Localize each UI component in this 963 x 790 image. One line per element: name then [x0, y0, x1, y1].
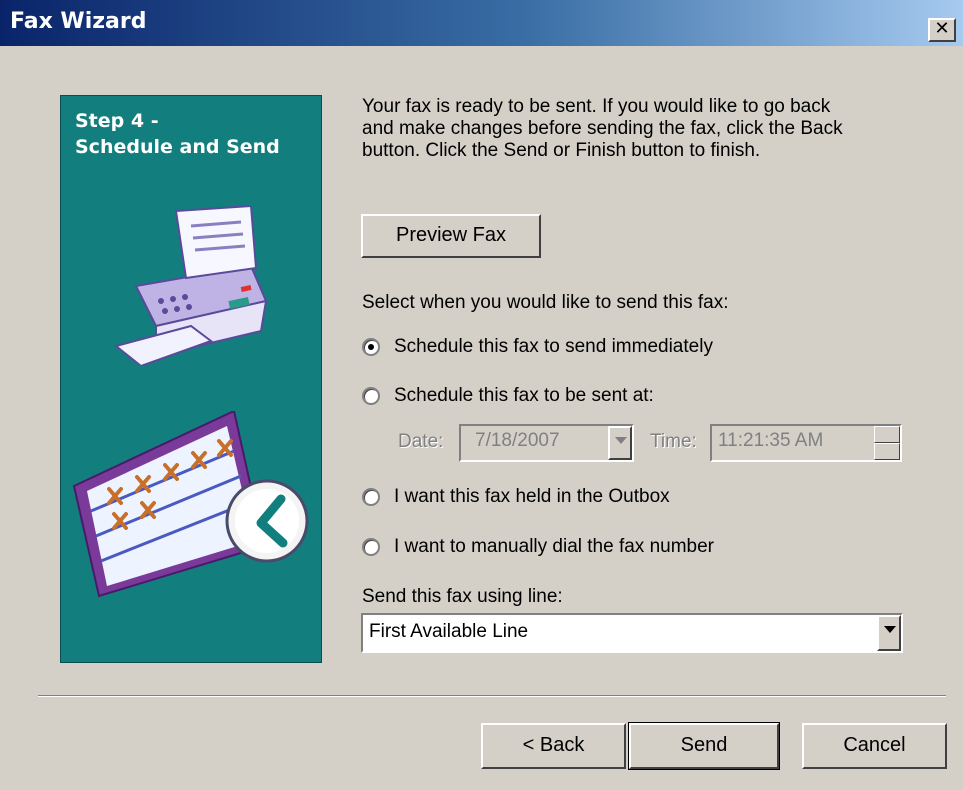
- close-icon: ✕: [934, 18, 950, 39]
- cancel-button[interactable]: Cancel: [802, 723, 947, 769]
- send-label: Send: [680, 734, 728, 756]
- option-label: I want to manually dial the fax number: [394, 536, 715, 557]
- send-when-label: Select when you would like to send this …: [362, 292, 729, 313]
- preview-fax-label: Preview Fax: [395, 224, 507, 246]
- back-label: < Back: [522, 734, 585, 756]
- chevron-down-icon[interactable]: [608, 426, 632, 460]
- intro-text: Your fax is ready to be sent. If you wou…: [362, 96, 843, 161]
- line-select-value: First Available Line: [369, 621, 529, 642]
- cancel-label: Cancel: [843, 734, 906, 756]
- option-schedule-at[interactable]: Schedule this fax to be sent at:: [362, 385, 654, 407]
- title-bar: Fax Wizard ✕: [0, 0, 963, 46]
- chevron-down-icon[interactable]: [877, 615, 901, 651]
- window-title: Fax Wizard: [10, 9, 147, 34]
- footer-separator: [38, 695, 946, 697]
- close-button[interactable]: ✕: [928, 18, 956, 42]
- back-button[interactable]: < Back: [481, 723, 626, 769]
- option-send-immediately[interactable]: Schedule this fax to send immediately: [362, 336, 713, 358]
- line-label: Send this fax using line:: [362, 586, 563, 607]
- option-label: I want this fax held in the Outbox: [394, 486, 670, 507]
- time-label: Time:: [650, 431, 697, 452]
- fax-machine-icon: [113, 206, 268, 366]
- radio-button[interactable]: [362, 538, 380, 556]
- schedule-calendar-icon: [72, 411, 309, 598]
- preview-fax-button[interactable]: Preview Fax: [361, 214, 541, 258]
- radio-button[interactable]: [362, 338, 380, 356]
- option-label: Schedule this fax to send immediately: [394, 336, 713, 357]
- radio-button[interactable]: [362, 387, 380, 405]
- date-value: 7/18/2007: [475, 430, 560, 451]
- step-title: Step 4 - Schedule and Send: [75, 110, 280, 158]
- date-label: Date:: [398, 431, 444, 452]
- wizard-side-panel: Step 4 - Schedule and Send: [60, 95, 322, 663]
- option-manual-dial[interactable]: I want to manually dial the fax number: [362, 536, 714, 558]
- option-hold-in-outbox[interactable]: I want this fax held in the Outbox: [362, 486, 670, 508]
- time-value: 11:21:35 AM: [718, 430, 824, 451]
- send-button[interactable]: Send: [628, 722, 780, 770]
- date-picker[interactable]: 7/18/2007: [459, 424, 634, 462]
- spin-down-icon[interactable]: [874, 443, 900, 460]
- spin-up-icon[interactable]: [874, 426, 900, 443]
- time-spinner[interactable]: [874, 426, 900, 460]
- option-label: Schedule this fax to be sent at:: [394, 385, 654, 406]
- line-select[interactable]: First Available Line: [361, 613, 903, 653]
- radio-button[interactable]: [362, 488, 380, 506]
- time-picker[interactable]: 11:21:35 AM: [710, 424, 902, 462]
